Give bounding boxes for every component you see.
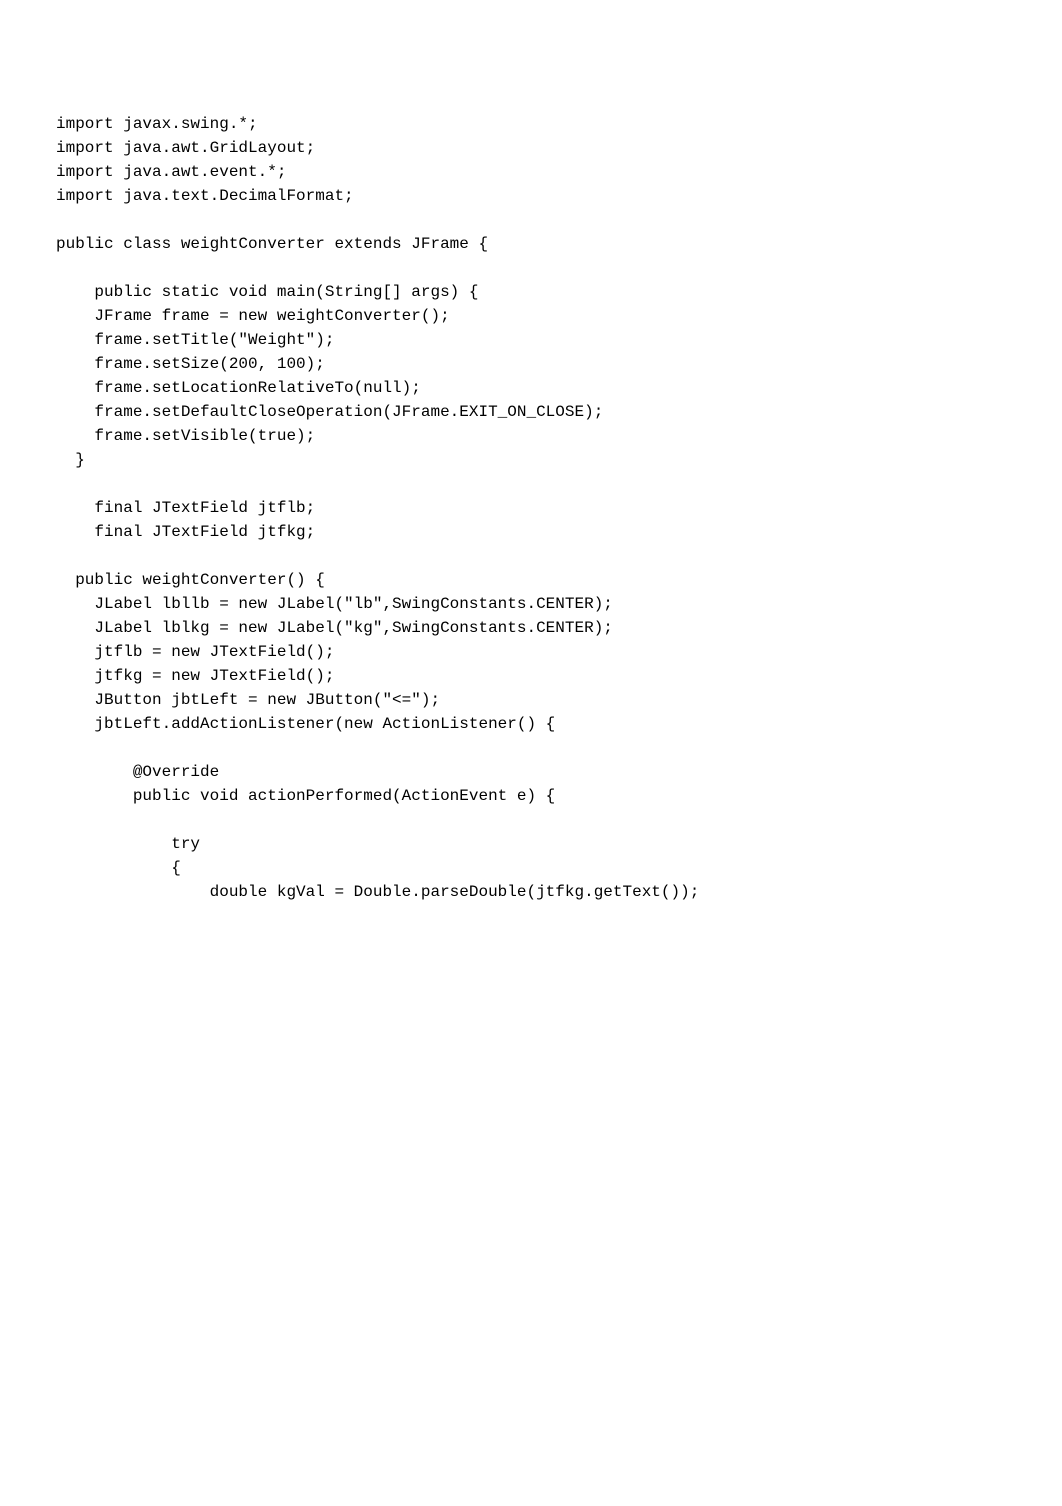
code-block: import javax.swing.*; import java.awt.Gr… <box>56 112 1022 904</box>
code-page: import javax.swing.*; import java.awt.Gr… <box>0 0 1062 1506</box>
